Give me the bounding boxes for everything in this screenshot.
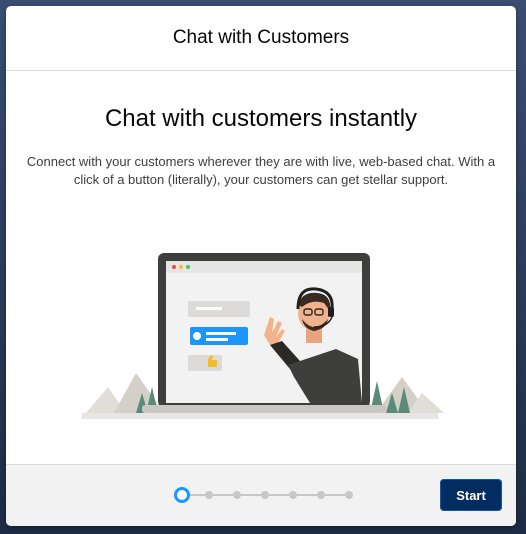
laptop-chat-agent-illustration	[82, 253, 444, 419]
ground-shadow	[82, 413, 438, 419]
reply-icon	[193, 332, 201, 340]
start-button[interactable]: Start	[440, 479, 502, 511]
progress-step-1[interactable]	[174, 487, 190, 503]
progress-step-2[interactable]	[205, 491, 213, 499]
modal-footer: Start	[6, 464, 516, 526]
modal-header: Chat with Customers	[6, 6, 516, 71]
headline: Chat with customers instantly	[104, 105, 418, 132]
laptop-base	[142, 405, 386, 413]
progress-step-7[interactable]	[345, 491, 353, 499]
browser-dot-yellow	[179, 265, 183, 269]
progress-step-4[interactable]	[261, 491, 269, 499]
progress-step-6[interactable]	[317, 491, 325, 499]
description: Connect with your customers wherever the…	[26, 154, 496, 187]
progress-step-3[interactable]	[233, 491, 241, 499]
browser-bar	[166, 261, 362, 273]
progress-indicator	[172, 487, 356, 503]
browser-dot-red	[172, 265, 176, 269]
modal-body: Chat with customers instantly Connect wi…	[6, 71, 516, 464]
progress-step-5[interactable]	[289, 491, 297, 499]
modal-title: Chat with Customers	[172, 27, 350, 48]
chat-setup-modal: Chat with Customers Chat with customers …	[6, 6, 516, 526]
browser-dot-green	[186, 265, 190, 269]
